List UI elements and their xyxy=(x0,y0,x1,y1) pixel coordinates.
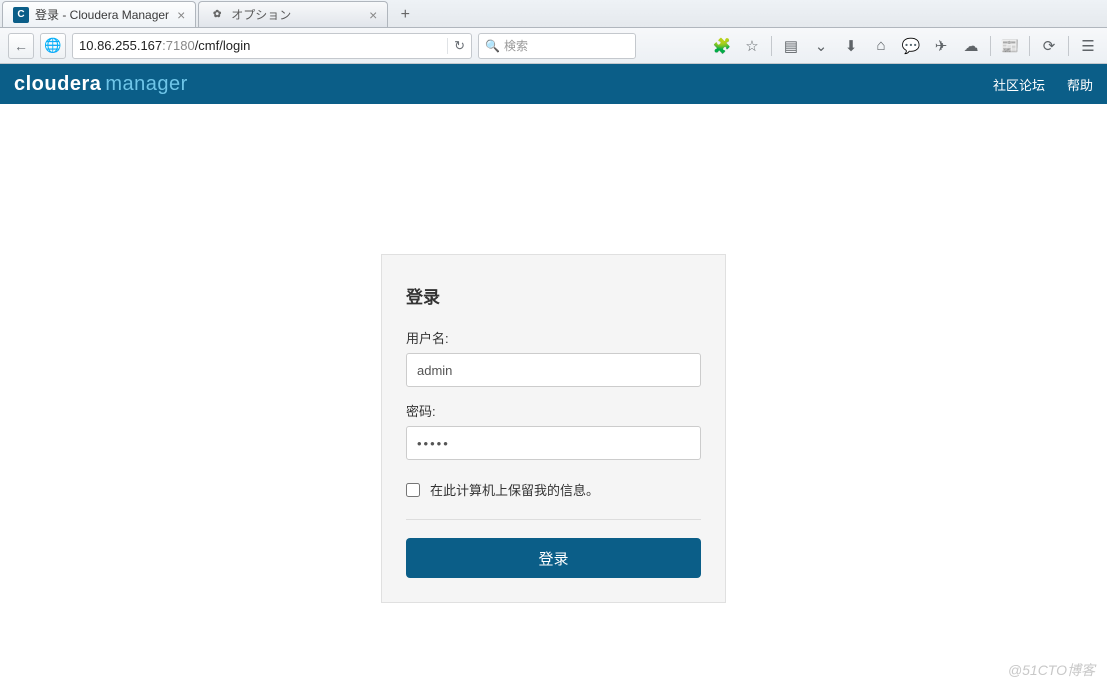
password-label: 密码: xyxy=(406,401,701,420)
chat-icon[interactable]: 💬 xyxy=(900,35,922,57)
weather-icon[interactable]: ☁ xyxy=(960,35,982,57)
star-icon[interactable]: ☆ xyxy=(741,35,763,57)
sync-icon[interactable]: ⟳ xyxy=(1038,35,1060,57)
close-icon[interactable]: × xyxy=(169,7,185,23)
search-icon: 🔍 xyxy=(485,39,500,53)
divider xyxy=(406,519,701,520)
home-icon[interactable]: ⌂ xyxy=(870,35,892,57)
url-host: 10.86.255.167 xyxy=(79,38,162,53)
url-path: /cmf/login xyxy=(195,38,251,53)
pocket-icon[interactable]: ⌄ xyxy=(810,35,832,57)
username-label: 用户名: xyxy=(406,328,701,347)
browser-tab-inactive[interactable]: ✿ オプション × xyxy=(198,1,388,27)
logo-part1: cloudera xyxy=(14,73,101,95)
community-link[interactable]: 社区论坛 xyxy=(993,75,1045,94)
tab-favicon-cloudera: C xyxy=(13,7,29,23)
browser-search-input[interactable]: 🔍 検索 xyxy=(478,33,636,59)
tab-title: 登录 - Cloudera Manager xyxy=(35,6,169,23)
news-icon[interactable]: 📰 xyxy=(999,35,1021,57)
globe-icon[interactable]: 🌐 xyxy=(40,33,66,59)
separator xyxy=(771,36,772,56)
browser-toolbar: ← 🌐 10.86.255.167:7180/cmf/login ↻ 🔍 検索 … xyxy=(0,28,1107,64)
app-header: clouderamanager 社区论坛 帮助 xyxy=(0,64,1107,104)
separator xyxy=(1068,36,1069,56)
remember-row: 在此计算机上保留我的信息。 xyxy=(406,474,701,513)
login-title: 登录 xyxy=(406,283,701,308)
download-icon[interactable]: ⬇ xyxy=(840,35,862,57)
url-port: :7180 xyxy=(162,38,195,53)
logo: clouderamanager xyxy=(14,73,188,96)
remember-checkbox[interactable] xyxy=(406,483,420,497)
remember-label: 在此计算机上保留我的信息。 xyxy=(430,480,599,499)
help-link[interactable]: 帮助 xyxy=(1067,75,1093,94)
reading-list-icon[interactable]: ▤ xyxy=(780,35,802,57)
separator xyxy=(990,36,991,56)
watermark: @51CTO博客 xyxy=(1008,660,1095,680)
close-icon[interactable]: × xyxy=(361,7,377,23)
toolbar-icons: 🧩 ☆ ▤ ⌄ ⬇ ⌂ 💬 ✈ ☁ 📰 ⟳ ☰ xyxy=(711,35,1099,57)
logo-part2: manager xyxy=(105,73,187,95)
search-placeholder: 検索 xyxy=(504,37,528,54)
gear-icon: ✿ xyxy=(209,7,225,23)
browser-tab-active[interactable]: C 登录 - Cloudera Manager × xyxy=(2,1,196,27)
header-links: 社区论坛 帮助 xyxy=(993,75,1093,94)
reload-icon[interactable]: ↻ xyxy=(447,38,465,54)
browser-tab-bar: C 登录 - Cloudera Manager × ✿ オプション × + xyxy=(0,0,1107,28)
password-input[interactable] xyxy=(406,426,701,460)
tab-title: オプション xyxy=(231,6,291,23)
url-bar[interactable]: 10.86.255.167:7180/cmf/login ↻ xyxy=(72,33,472,59)
back-button[interactable]: ← xyxy=(8,33,34,59)
login-button[interactable]: 登录 xyxy=(406,538,701,578)
separator xyxy=(1029,36,1030,56)
new-tab-button[interactable]: + xyxy=(392,3,418,27)
content-area: 登录 用户名: 密码: 在此计算机上保留我的信息。 登录 xyxy=(0,104,1107,603)
extension-icon[interactable]: 🧩 xyxy=(711,35,733,57)
login-card: 登录 用户名: 密码: 在此计算机上保留我的信息。 登录 xyxy=(381,254,726,603)
menu-icon[interactable]: ☰ xyxy=(1077,35,1099,57)
username-input[interactable] xyxy=(406,353,701,387)
send-icon[interactable]: ✈ xyxy=(930,35,952,57)
